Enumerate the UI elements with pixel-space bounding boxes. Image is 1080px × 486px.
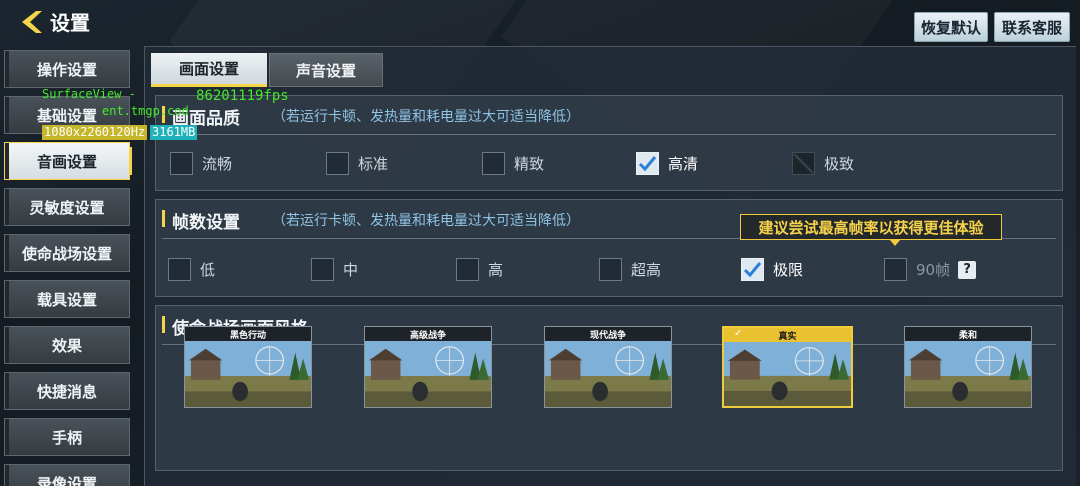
sidebar-item-recording[interactable]: 录像设置 <box>4 464 130 486</box>
card-label: ✓ 真实 <box>724 328 851 342</box>
section-marker <box>162 316 165 333</box>
card-label: 高级战争 <box>365 327 491 341</box>
sidebar-item-effects[interactable]: 效果 <box>4 326 130 364</box>
quality-option-refined[interactable]: 精致 <box>482 152 544 175</box>
check-icon <box>743 262 762 278</box>
checkbox[interactable] <box>170 152 193 175</box>
checkbox[interactable] <box>311 258 334 281</box>
landscape-preview-icon <box>185 341 311 407</box>
option-label: 极限 <box>773 261 804 279</box>
section-marker <box>162 210 165 227</box>
fps-option-90[interactable]: 90帧 ? <box>884 258 977 281</box>
resolution-debug-text: 1080x2260120Hz <box>42 125 148 140</box>
back-arrow-icon <box>22 11 42 33</box>
option-label: 极致 <box>824 155 855 173</box>
checkbox[interactable] <box>456 258 479 281</box>
sidebar-item-audio-video[interactable]: 音画设置 <box>4 142 132 180</box>
landscape-preview-icon <box>724 342 851 406</box>
option-label: 低 <box>200 261 216 279</box>
sidebar-item-vehicle[interactable]: 载具设置 <box>4 280 130 318</box>
style-card-modern-warfare[interactable]: 现代战争 <box>544 326 672 408</box>
checkbox[interactable] <box>482 152 505 175</box>
style-card-black-ops[interactable]: 黑色行动 <box>184 326 312 408</box>
tab-sound[interactable]: 声音设置 <box>269 53 383 87</box>
landscape-preview-icon <box>905 341 1031 407</box>
divider <box>162 134 1056 135</box>
checkbox-disabled[interactable] <box>792 152 815 175</box>
tab-graphics[interactable]: 画面设置 <box>151 53 267 87</box>
back-button[interactable] <box>20 9 46 35</box>
card-label: 柔和 <box>905 327 1031 341</box>
check-icon: ✓ <box>734 328 743 339</box>
sidebar-item-battleground[interactable]: 使命战场设置 <box>4 234 130 272</box>
style-preview-image <box>545 341 671 407</box>
style-card-realistic[interactable]: ✓ 真实 <box>722 326 853 408</box>
checkbox[interactable] <box>168 258 191 281</box>
help-icon[interactable]: ? <box>958 260 977 279</box>
style-card-advanced-warfare[interactable]: 高级战争 <box>364 326 492 408</box>
checkbox[interactable] <box>599 258 622 281</box>
option-label: 高清 <box>668 155 699 173</box>
package-debug-text: ent.tmgp.cod <box>102 104 189 118</box>
sidebar-item-controls[interactable]: 操作设置 <box>4 50 130 88</box>
option-label: 精致 <box>514 155 545 173</box>
fps-option-ultra-high[interactable]: 超高 <box>599 258 661 281</box>
framerate-title: 帧数设置 <box>172 213 240 233</box>
disabled-slash-icon <box>793 153 814 174</box>
fps-option-high[interactable]: 高 <box>456 258 503 281</box>
option-label: 超高 <box>631 261 662 279</box>
restore-defaults-button[interactable]: 恢复默认 <box>914 12 988 42</box>
style-card-soft[interactable]: 柔和 <box>904 326 1032 408</box>
option-label: 流畅 <box>202 155 233 173</box>
style-preview-image <box>724 342 851 406</box>
landscape-preview-icon <box>365 341 491 407</box>
fps-debug-text: 86201119fps <box>196 88 289 104</box>
option-label: 高 <box>488 261 504 279</box>
quality-section: 画面品质 （若运行卡顿、发热量和耗电量过大可适当降低） 流畅 标准 精致 高清 … <box>155 95 1063 191</box>
landscape-preview-icon <box>545 341 671 407</box>
settings-panel: 画面设置 声音设置 画面品质 （若运行卡顿、发热量和耗电量过大可适当降低） 流畅… <box>144 46 1076 486</box>
page-title: 设置 <box>50 11 90 35</box>
checkbox[interactable] <box>326 152 349 175</box>
sidebar-item-sensitivity[interactable]: 灵敏度设置 <box>4 188 130 226</box>
style-preview-image <box>365 341 491 407</box>
header: 设置 恢复默认 联系客服 <box>0 0 1080 44</box>
quality-hint: （若运行卡顿、发热量和耗电量过大可适当降低） <box>272 109 580 125</box>
option-label: 90帧 <box>916 261 951 279</box>
checkbox[interactable] <box>884 258 907 281</box>
card-label: 现代战争 <box>545 327 671 341</box>
card-label-text: 真实 <box>778 331 797 342</box>
sidebar-item-gamepad[interactable]: 手柄 <box>4 418 130 456</box>
style-preview-image <box>905 341 1031 407</box>
option-label: 标准 <box>358 155 389 173</box>
memory-debug-text: 3161MB <box>150 125 198 140</box>
checkbox-checked[interactable] <box>741 258 764 281</box>
checkbox-checked[interactable] <box>636 152 659 175</box>
fps-option-medium[interactable]: 中 <box>311 258 358 281</box>
check-icon <box>638 156 657 172</box>
fps-tooltip: 建议尝试最高帧率以获得更佳体验 <box>740 214 1002 246</box>
quality-option-ultra[interactable]: 极致 <box>792 152 854 175</box>
framerate-hint: （若运行卡顿、发热量和耗电量过大可适当降低） <box>272 213 580 229</box>
surface-debug-text: SurfaceView - <box>42 87 136 101</box>
sidebar-item-quick-messages[interactable]: 快捷消息 <box>4 372 130 410</box>
quality-option-standard[interactable]: 标准 <box>326 152 388 175</box>
card-label: 黑色行动 <box>185 327 311 341</box>
fps-option-extreme[interactable]: 极限 <box>741 258 803 281</box>
fps-option-low[interactable]: 低 <box>168 258 215 281</box>
style-preview-image <box>185 341 311 407</box>
option-label: 中 <box>343 261 359 279</box>
contact-support-button[interactable]: 联系客服 <box>994 12 1070 42</box>
quality-option-hd[interactable]: 高清 <box>636 152 698 175</box>
quality-option-smooth[interactable]: 流畅 <box>170 152 232 175</box>
